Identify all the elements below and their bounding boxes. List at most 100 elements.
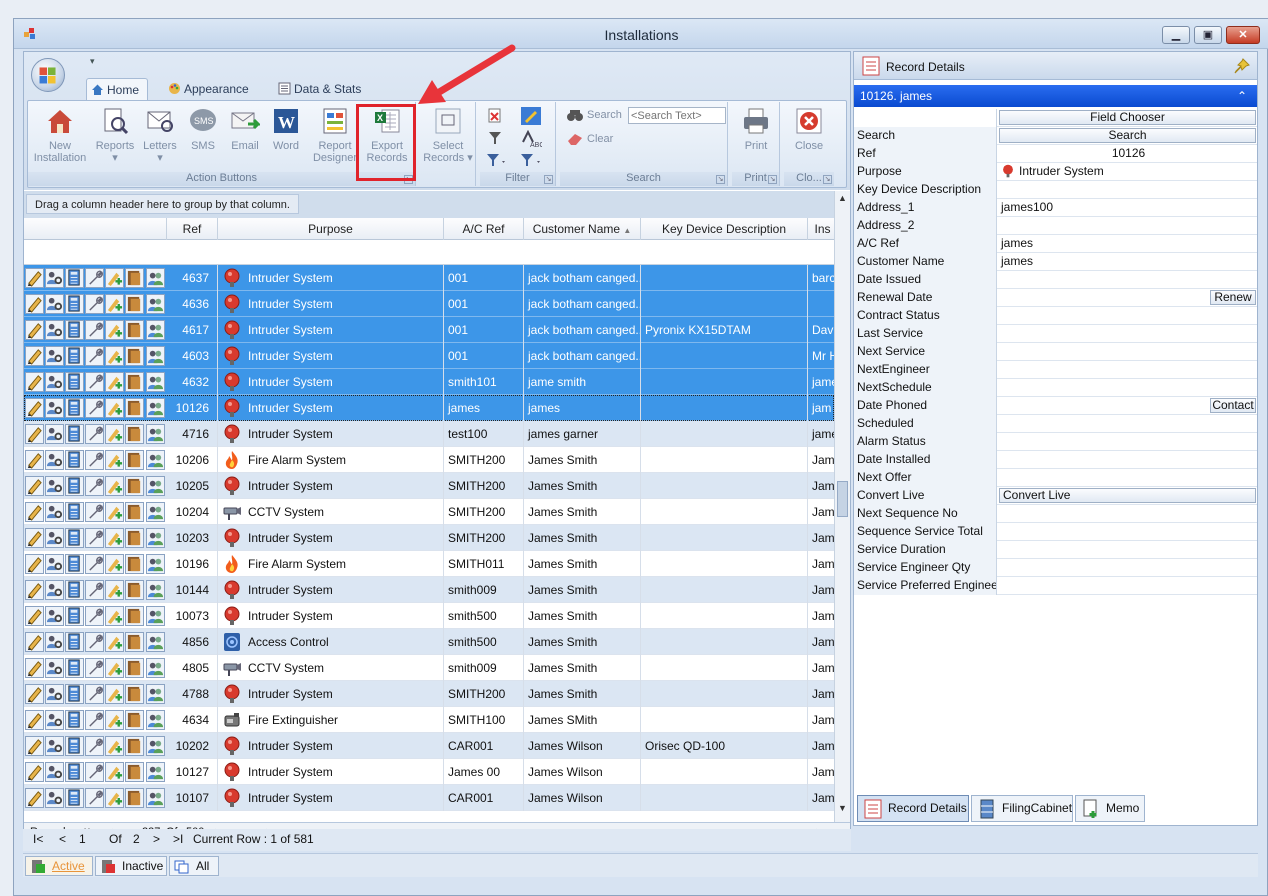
- property-row[interactable]: Key Device Description: [854, 181, 1257, 199]
- add-job-icon[interactable]: [105, 320, 124, 340]
- edit-pencil-icon[interactable]: [25, 658, 44, 678]
- folder-book-icon[interactable]: [125, 450, 144, 470]
- contacts-icon[interactable]: [146, 788, 165, 808]
- calculator-icon[interactable]: [65, 502, 84, 522]
- restore-button[interactable]: ▣: [1194, 26, 1222, 44]
- property-value[interactable]: [998, 361, 1256, 379]
- edit-pencil-icon[interactable]: [25, 736, 44, 756]
- column-header-ref[interactable]: Ref: [167, 218, 218, 240]
- contacts-icon[interactable]: [146, 658, 165, 678]
- edit-pencil-icon[interactable]: [25, 424, 44, 444]
- edit-pencil-icon[interactable]: [25, 476, 44, 496]
- add-job-icon[interactable]: [105, 294, 124, 314]
- property-value[interactable]: [998, 433, 1256, 451]
- calculator-icon[interactable]: [65, 658, 84, 678]
- property-row[interactable]: Service Duration: [854, 541, 1257, 559]
- filter-clear-icon[interactable]: [488, 108, 502, 124]
- filter-edit-icon[interactable]: [520, 106, 542, 126]
- folder-book-icon[interactable]: [125, 710, 144, 730]
- table-row[interactable]: 10206 Fire Alarm System SMITH200 James Smit…: [24, 447, 834, 473]
- edit-pencil-icon[interactable]: [25, 580, 44, 600]
- property-row[interactable]: Date Issued: [854, 271, 1257, 289]
- folder-book-icon[interactable]: [125, 346, 144, 366]
- tab-memo[interactable]: Memo: [1075, 795, 1145, 822]
- wrench-icon[interactable]: [85, 710, 104, 730]
- user-settings-icon[interactable]: [45, 580, 64, 600]
- edit-pencil-icon[interactable]: [25, 268, 44, 288]
- table-row[interactable]: 10126 Intruder System james james jam: [24, 395, 834, 421]
- contacts-icon[interactable]: [146, 710, 165, 730]
- tab-data-stats[interactable]: Data & Stats: [274, 78, 374, 100]
- table-row[interactable]: 4716 Intruder System test100 james garner ja…: [24, 421, 834, 447]
- calculator-icon[interactable]: [65, 294, 84, 314]
- property-row[interactable]: NextSchedule: [854, 379, 1257, 397]
- property-value[interactable]: [998, 415, 1256, 433]
- property-value[interactable]: [998, 307, 1256, 325]
- property-row[interactable]: Search Search: [854, 127, 1257, 145]
- wrench-icon[interactable]: [85, 450, 104, 470]
- add-job-icon[interactable]: [105, 398, 124, 418]
- property-row[interactable]: Alarm Status: [854, 433, 1257, 451]
- table-row[interactable]: 10203 Intruder System SMITH200 James Smith J…: [24, 525, 834, 551]
- property-row[interactable]: NextEngineer: [854, 361, 1257, 379]
- sms-button[interactable]: SMS SMS: [185, 106, 221, 152]
- edit-pencil-icon[interactable]: [25, 632, 44, 652]
- property-value[interactable]: [998, 559, 1256, 577]
- property-value[interactable]: Intruder System: [998, 163, 1256, 181]
- property-row[interactable]: Date Phoned Contact: [854, 397, 1257, 415]
- property-value[interactable]: [998, 451, 1256, 469]
- table-row[interactable]: 10144 Intruder System smith009 James Smith J…: [24, 577, 834, 603]
- user-settings-icon[interactable]: [45, 372, 64, 392]
- contacts-icon[interactable]: [146, 762, 165, 782]
- add-job-icon[interactable]: [105, 372, 124, 392]
- folder-book-icon[interactable]: [125, 736, 144, 756]
- user-settings-icon[interactable]: [45, 684, 64, 704]
- user-settings-icon[interactable]: [45, 710, 64, 730]
- folder-book-icon[interactable]: [125, 320, 144, 340]
- table-row[interactable]: 4805 CCTV System smith009 James Smith Jam: [24, 655, 834, 681]
- column-header-customer-name[interactable]: Customer Name ▲: [524, 218, 641, 240]
- edit-pencil-icon[interactable]: [25, 710, 44, 730]
- add-job-icon[interactable]: [105, 762, 124, 782]
- pager-prev[interactable]: <: [59, 832, 66, 846]
- add-job-icon[interactable]: [105, 580, 124, 600]
- close-window-button[interactable]: ✕: [1226, 26, 1260, 44]
- property-row[interactable]: A/C Ref james: [854, 235, 1257, 253]
- new-installation-button[interactable]: New Installation: [32, 106, 88, 164]
- user-settings-icon[interactable]: [45, 788, 64, 808]
- folder-book-icon[interactable]: [125, 398, 144, 418]
- property-row[interactable]: Last Service: [854, 325, 1257, 343]
- calculator-icon[interactable]: [65, 554, 84, 574]
- user-settings-icon[interactable]: [45, 268, 64, 288]
- edit-pencil-icon[interactable]: [25, 320, 44, 340]
- group-by-panel[interactable]: Drag a column header here to group by th…: [24, 191, 834, 218]
- user-settings-icon[interactable]: [45, 398, 64, 418]
- add-job-icon[interactable]: [105, 424, 124, 444]
- tab-all[interactable]: All: [169, 856, 219, 876]
- user-settings-icon[interactable]: [45, 632, 64, 652]
- wrench-icon[interactable]: [85, 658, 104, 678]
- table-row[interactable]: 4636 Intruder System 001 jack botham canged…: [24, 291, 834, 317]
- folder-book-icon[interactable]: [125, 424, 144, 444]
- wrench-icon[interactable]: [85, 424, 104, 444]
- add-job-icon[interactable]: [105, 788, 124, 808]
- calculator-icon[interactable]: [65, 736, 84, 756]
- property-row[interactable]: Service Preferred Engineer: [854, 577, 1257, 595]
- pager-next[interactable]: >: [153, 832, 160, 846]
- property-row[interactable]: Service Engineer Qty: [854, 559, 1257, 577]
- application-menu-orb[interactable]: [31, 58, 65, 92]
- calculator-icon[interactable]: [65, 632, 84, 652]
- edit-pencil-icon[interactable]: [25, 554, 44, 574]
- table-row[interactable]: 10204 CCTV System SMITH200 James Smith Jam: [24, 499, 834, 525]
- filter-dropdown-icon[interactable]: [486, 152, 508, 170]
- folder-book-icon[interactable]: [125, 528, 144, 548]
- edit-pencil-icon[interactable]: [25, 606, 44, 626]
- contacts-icon[interactable]: [146, 398, 165, 418]
- folder-book-icon[interactable]: [125, 606, 144, 626]
- folder-book-icon[interactable]: [125, 294, 144, 314]
- property-row[interactable]: Convert Live Convert Live: [854, 487, 1257, 505]
- add-job-icon[interactable]: [105, 268, 124, 288]
- contacts-icon[interactable]: [146, 580, 165, 600]
- property-row[interactable]: Date Installed: [854, 451, 1257, 469]
- table-row[interactable]: 4617 Intruder System 001 jack botham canged…: [24, 317, 834, 343]
